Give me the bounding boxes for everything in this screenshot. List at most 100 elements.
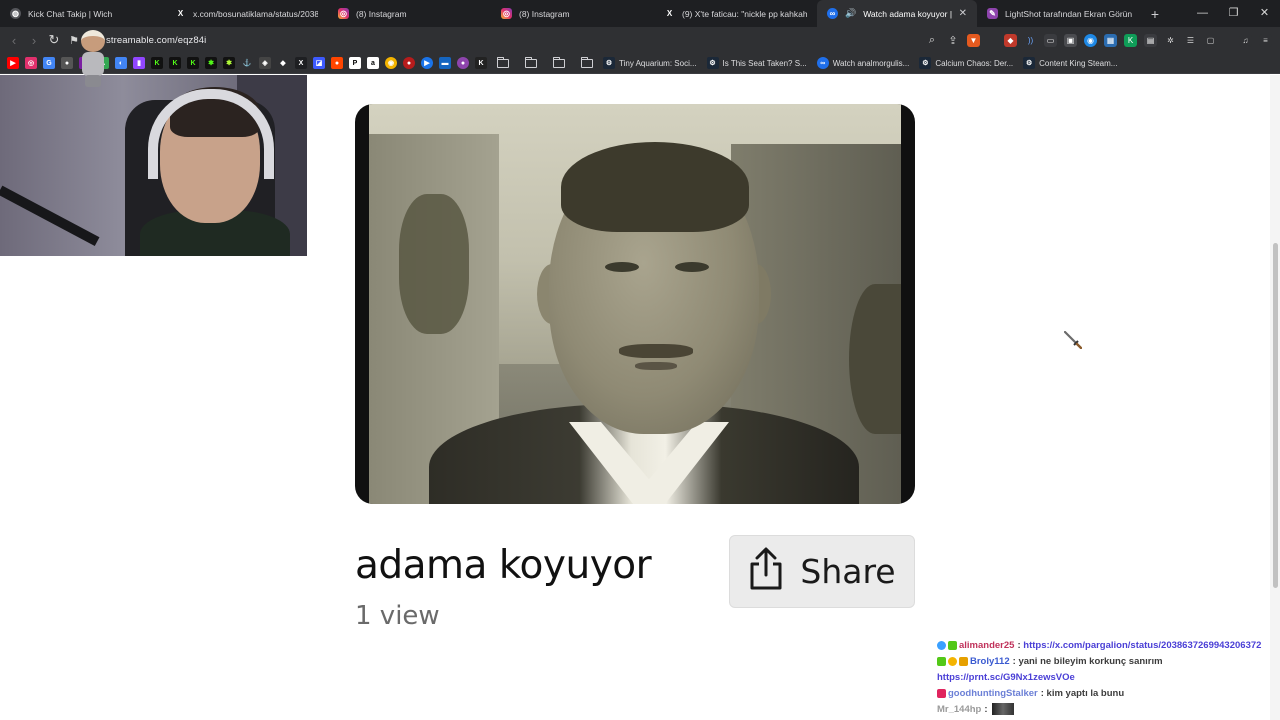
bookmark-label: Tiny Aquarium: Soci... — [619, 58, 697, 68]
webcam-overlay — [0, 75, 307, 256]
chat-username: goodhuntingStalker — [948, 687, 1038, 699]
folder-icon[interactable] — [553, 56, 565, 68]
x-icon[interactable]: X — [295, 57, 307, 69]
bookmark-icon[interactable]: ▬ — [439, 57, 451, 69]
bookmark-icon[interactable]: ● — [457, 57, 469, 69]
chat-separator: : — [1017, 639, 1021, 651]
github-icon[interactable]: ● — [61, 57, 73, 69]
reddit-icon[interactable]: ● — [331, 57, 343, 69]
minimize-button[interactable]: — — [1187, 0, 1218, 27]
window-controls: — ❐ ✕ — [1187, 0, 1280, 27]
tab-label: Watch adama koyuyor | Strea — [863, 8, 952, 19]
kick-tool-icon[interactable]: ✱ — [223, 57, 235, 69]
badge-icon — [948, 656, 957, 666]
bookmark-icon[interactable]: ◐ — [115, 57, 127, 69]
close-tab-icon[interactable]: ✕ — [959, 8, 967, 19]
youtube-icon[interactable]: ▶ — [7, 57, 19, 69]
scrollbar[interactable] — [1270, 75, 1280, 720]
extension-icon[interactable]: ▭ — [1044, 33, 1057, 47]
tab-kick-chat[interactable]: ◍ Kick Chat Takip | Wich — [0, 0, 165, 27]
forward-icon[interactable]: › — [24, 33, 44, 48]
tab-x-faticau[interactable]: X (9) X'te faticau: "nickle pp kahkaha a… — [654, 0, 817, 27]
extension-icon[interactable]: ▤ — [1144, 33, 1157, 47]
translate-icon[interactable]: G — [43, 57, 55, 69]
instagram-icon[interactable]: ◎ — [25, 57, 37, 69]
video-figure — [849, 284, 901, 434]
bookmark-item[interactable]: ∞ Watch analmorgulis... — [816, 57, 909, 69]
kick-icon[interactable]: K — [151, 57, 163, 69]
tab-lightshot[interactable]: ✎ LightShot tarafından Ekran Görüntü — [977, 0, 1142, 27]
kick-tool-icon[interactable]: ✱ — [205, 57, 217, 69]
bookmark-icon[interactable]: ◈ — [259, 57, 271, 69]
reading-list-icon[interactable]: ☰ — [1184, 33, 1197, 47]
kick-icon[interactable]: K — [169, 57, 181, 69]
url-field[interactable]: streamable.com/eqz84i — [106, 35, 206, 46]
video-figure — [635, 362, 677, 370]
tab-strip: ◍ Kick Chat Takip | Wich X x.com/bosunat… — [0, 0, 1280, 27]
kick-icon[interactable]: K — [187, 57, 199, 69]
share-button[interactable]: Share — [729, 535, 915, 608]
zoom-icon[interactable]: ⌕ — [925, 34, 939, 47]
badge-icon — [937, 688, 946, 698]
extensions-puzzle-icon[interactable]: ✲ — [1164, 33, 1177, 47]
emote-image — [991, 703, 1014, 715]
amazon-icon[interactable]: a — [367, 57, 379, 69]
sword-cursor-icon — [1063, 330, 1083, 350]
brave-shield-icon[interactable]: ▼ — [967, 33, 980, 47]
scrollbar-thumb[interactable] — [1273, 243, 1278, 588]
back-icon[interactable]: ‹ — [4, 33, 24, 48]
audio-icon[interactable]: 🔊 — [845, 8, 856, 19]
extension-icon[interactable]: ◉ — [1084, 33, 1097, 47]
tab-instagram-2[interactable]: ◎ (8) Instagram — [491, 0, 654, 27]
bookmark-item[interactable]: ⚙ Content King Steam... — [1023, 57, 1117, 69]
steam-icon: ⚙ — [603, 57, 615, 69]
bookmark-icon[interactable]: ◪ — [313, 57, 325, 69]
chat-username: alimander25 — [959, 639, 1015, 651]
toolbar-extensions: ⌕ ⇪ ▼ ◆ )) ▭ ▣ ◉ ▦ K ▤ ✲ ☰ ▢ ♫ ≡ — [925, 27, 1272, 53]
chat-text: yani ne bileyim korkunç sanırım — [1018, 655, 1163, 667]
tab-x-status[interactable]: X x.com/bosunatiklama/status/20385 — [165, 0, 328, 27]
menu-icon[interactable]: ≡ — [1259, 33, 1272, 47]
extension-icon[interactable]: ▣ — [1064, 33, 1077, 47]
media-icon[interactable]: ♫ — [1239, 33, 1252, 47]
video-figure — [675, 262, 709, 272]
chat-username: Mr_144hp — [937, 703, 982, 715]
anchor-icon[interactable]: ⚓ — [241, 57, 253, 69]
tab-instagram-1[interactable]: ◎ (8) Instagram — [328, 0, 491, 27]
extension-icon[interactable]: K — [1124, 33, 1137, 47]
extension-icon[interactable]: ◆ — [1004, 33, 1017, 47]
video-player[interactable] — [355, 104, 915, 504]
tab-label: (8) Instagram — [356, 8, 407, 19]
tab-label: (8) Instagram — [519, 8, 570, 19]
folder-icon[interactable] — [497, 56, 509, 68]
chat-link[interactable]: https://x.com/pargalion/status/203863726… — [1023, 640, 1261, 651]
new-tab-button[interactable]: + — [1142, 6, 1168, 22]
chat-link[interactable]: https://prnt.sc/G9Nx1zewsVOe — [937, 672, 1075, 683]
folder-icon[interactable] — [581, 56, 593, 68]
twitch-icon[interactable]: ▮ — [133, 57, 145, 69]
share-page-icon[interactable]: ⇪ — [946, 34, 960, 47]
bookmark-icon[interactable]: ◉ — [385, 57, 397, 69]
chat-separator: : — [1012, 655, 1016, 667]
bookmark-icon[interactable]: ● — [403, 57, 415, 69]
reload-icon[interactable]: ↻ — [44, 32, 64, 48]
folder-icon[interactable] — [525, 56, 537, 68]
tab-streamable[interactable]: ∞ 🔊 Watch adama koyuyor | Strea ✕ — [817, 0, 977, 27]
close-window-button[interactable]: ✕ — [1249, 0, 1280, 27]
bookmark-item[interactable]: ⚙ Tiny Aquarium: Soci... — [603, 57, 697, 69]
avatar-sticker-part — [85, 75, 101, 87]
bookmark-icon[interactable]: ◆ — [277, 57, 289, 69]
bookmark-icon[interactable]: ▶ — [421, 57, 433, 69]
restore-button[interactable]: ❐ — [1218, 0, 1249, 27]
bookmark-item[interactable]: ⚙ Calcium Chaos: Der... — [919, 57, 1013, 69]
sound-extension-icon[interactable]: )) — [1024, 33, 1037, 47]
wallet-icon[interactable]: ▢ — [1204, 33, 1217, 47]
extension-icon[interactable]: ▦ — [1104, 33, 1117, 47]
bookmark-icon[interactable]: K — [475, 57, 487, 69]
share-label: Share — [800, 552, 896, 591]
instagram-icon: ◎ — [338, 8, 349, 19]
bookmark-item[interactable]: ⚙ Is This Seat Taken? S... — [706, 57, 807, 69]
chat-username: Broly112 — [970, 655, 1010, 667]
instagram-icon: ◎ — [501, 8, 512, 19]
bookmark-icon[interactable]: P — [349, 57, 361, 69]
